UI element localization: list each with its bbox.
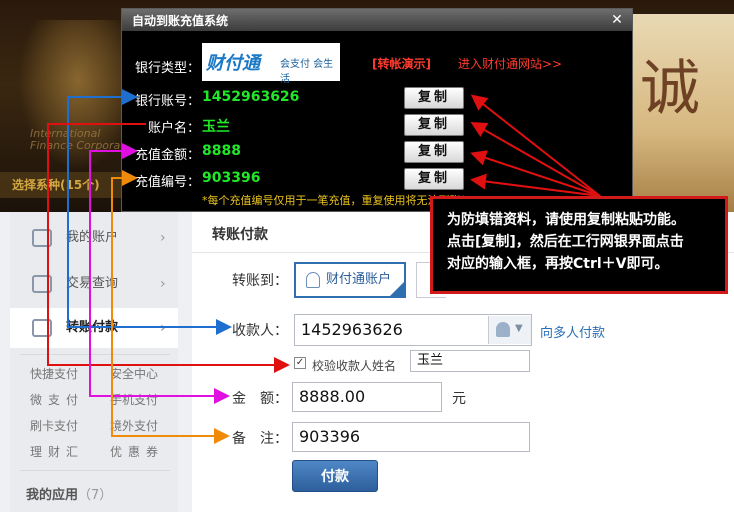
chevron-right-icon: › [160,320,166,336]
bank-account-label: 银行账号： [134,94,200,109]
sidebar-item-my-account[interactable]: 我的账户 › [10,218,178,258]
sub-link-quick-pay[interactable]: 快捷支付 [30,365,78,382]
user-icon [32,229,52,247]
popup-titlebar[interactable]: 自动到账充值系统 ✕ [122,9,632,31]
selected-check-icon [390,282,404,296]
background-choose-text: 选择系种(15个) [0,172,132,198]
bank-account-value: 1452963626 [202,89,300,105]
user-icon [306,272,320,288]
bank-type-label: 银行类型： [134,61,200,76]
recharge-code-value: 903396 [202,170,261,186]
tenpay-account-option[interactable]: 财付通账户 [294,262,406,298]
account-name-label: 账户名： [147,121,200,136]
recharge-code-label: 充值编号： [134,175,200,190]
contact-icon [496,322,510,337]
sub-link-wealth[interactable]: 理财汇 [30,443,84,460]
verify-name-input[interactable]: 玉兰 [410,350,530,372]
recharge-amount-value: 8888 [202,143,241,159]
transfer-icon [32,319,52,337]
amount-label: 金 额： [232,391,288,407]
copy-account-button[interactable]: 复制 [404,87,464,109]
recharge-amount-label: 充值金额： [134,148,200,163]
transfer-demo-link[interactable]: [转帐演示] [372,55,431,72]
pay-button[interactable]: 付款 [292,460,378,492]
background-right-character: 诚 [640,54,700,124]
auto-recharge-popup: 自动到账充值系统 ✕ 银行类型： 财付通 会支付 会生活 [转帐演示] 进入财付… [121,8,633,212]
search-icon [32,275,52,293]
divider [20,470,170,471]
sub-link-mobile-pay[interactable]: 手机支付 [110,391,158,408]
multi-payee-link[interactable]: 向多人付款 [540,322,605,341]
tenpay-site-link[interactable]: 进入财付通网站>> [458,55,562,72]
bank-sidebar: 我的账户 › 交易查询 › 转账付款 › 快捷支付 安全中心 微支付 手机支付 … [10,212,178,512]
account-name-value: 玉兰 [202,119,230,135]
remark-label: 备 注： [232,431,288,447]
sub-link-security[interactable]: 安全中心 [110,365,158,382]
popup-title: 自动到账充值系统 [132,14,229,28]
close-icon[interactable]: ✕ [608,11,626,29]
payee-label: 收款人： [232,323,288,339]
verify-name-checkbox[interactable]: ✓ [294,357,306,369]
verify-name-label: 校验收款人姓名 [312,359,397,373]
chevron-right-icon: › [160,276,166,292]
sub-link-coupons[interactable]: 优惠券 [110,443,164,460]
sidebar-item-transfer[interactable]: 转账付款 › [10,308,178,348]
contact-book-button[interactable]: ▼ [488,316,531,344]
divider [20,354,170,355]
copy-name-button[interactable]: 复制 [404,114,464,136]
copy-paste-tip-box: 为防填错资料，请使用复制粘贴功能。 点击[复制]，然后在工行网银界面点击 对应的… [430,196,728,294]
sub-link-micro-pay[interactable]: 微支付 [30,391,84,408]
chevron-down-icon: ▼ [515,323,523,334]
sub-link-card-pay[interactable]: 刷卡支付 [30,417,78,434]
currency-unit: 元 [452,391,466,407]
sub-link-overseas-pay[interactable]: 境外支付 [110,417,158,434]
copy-code-button[interactable]: 复制 [404,168,464,190]
transfer-to-label: 转账到： [232,273,288,289]
chevron-right-icon: › [160,230,166,246]
tenpay-logo: 财付通 会支付 会生活 [202,43,340,85]
sidebar-item-transaction-query[interactable]: 交易查询 › [10,264,178,304]
copy-amount-button[interactable]: 复制 [404,141,464,163]
page-title: 转账付款 [212,227,268,243]
my-apps-title[interactable]: 我的应用（7） [26,484,112,503]
amount-input[interactable]: 8888.00 [292,382,442,412]
remark-input[interactable]: 903396 [292,422,530,452]
